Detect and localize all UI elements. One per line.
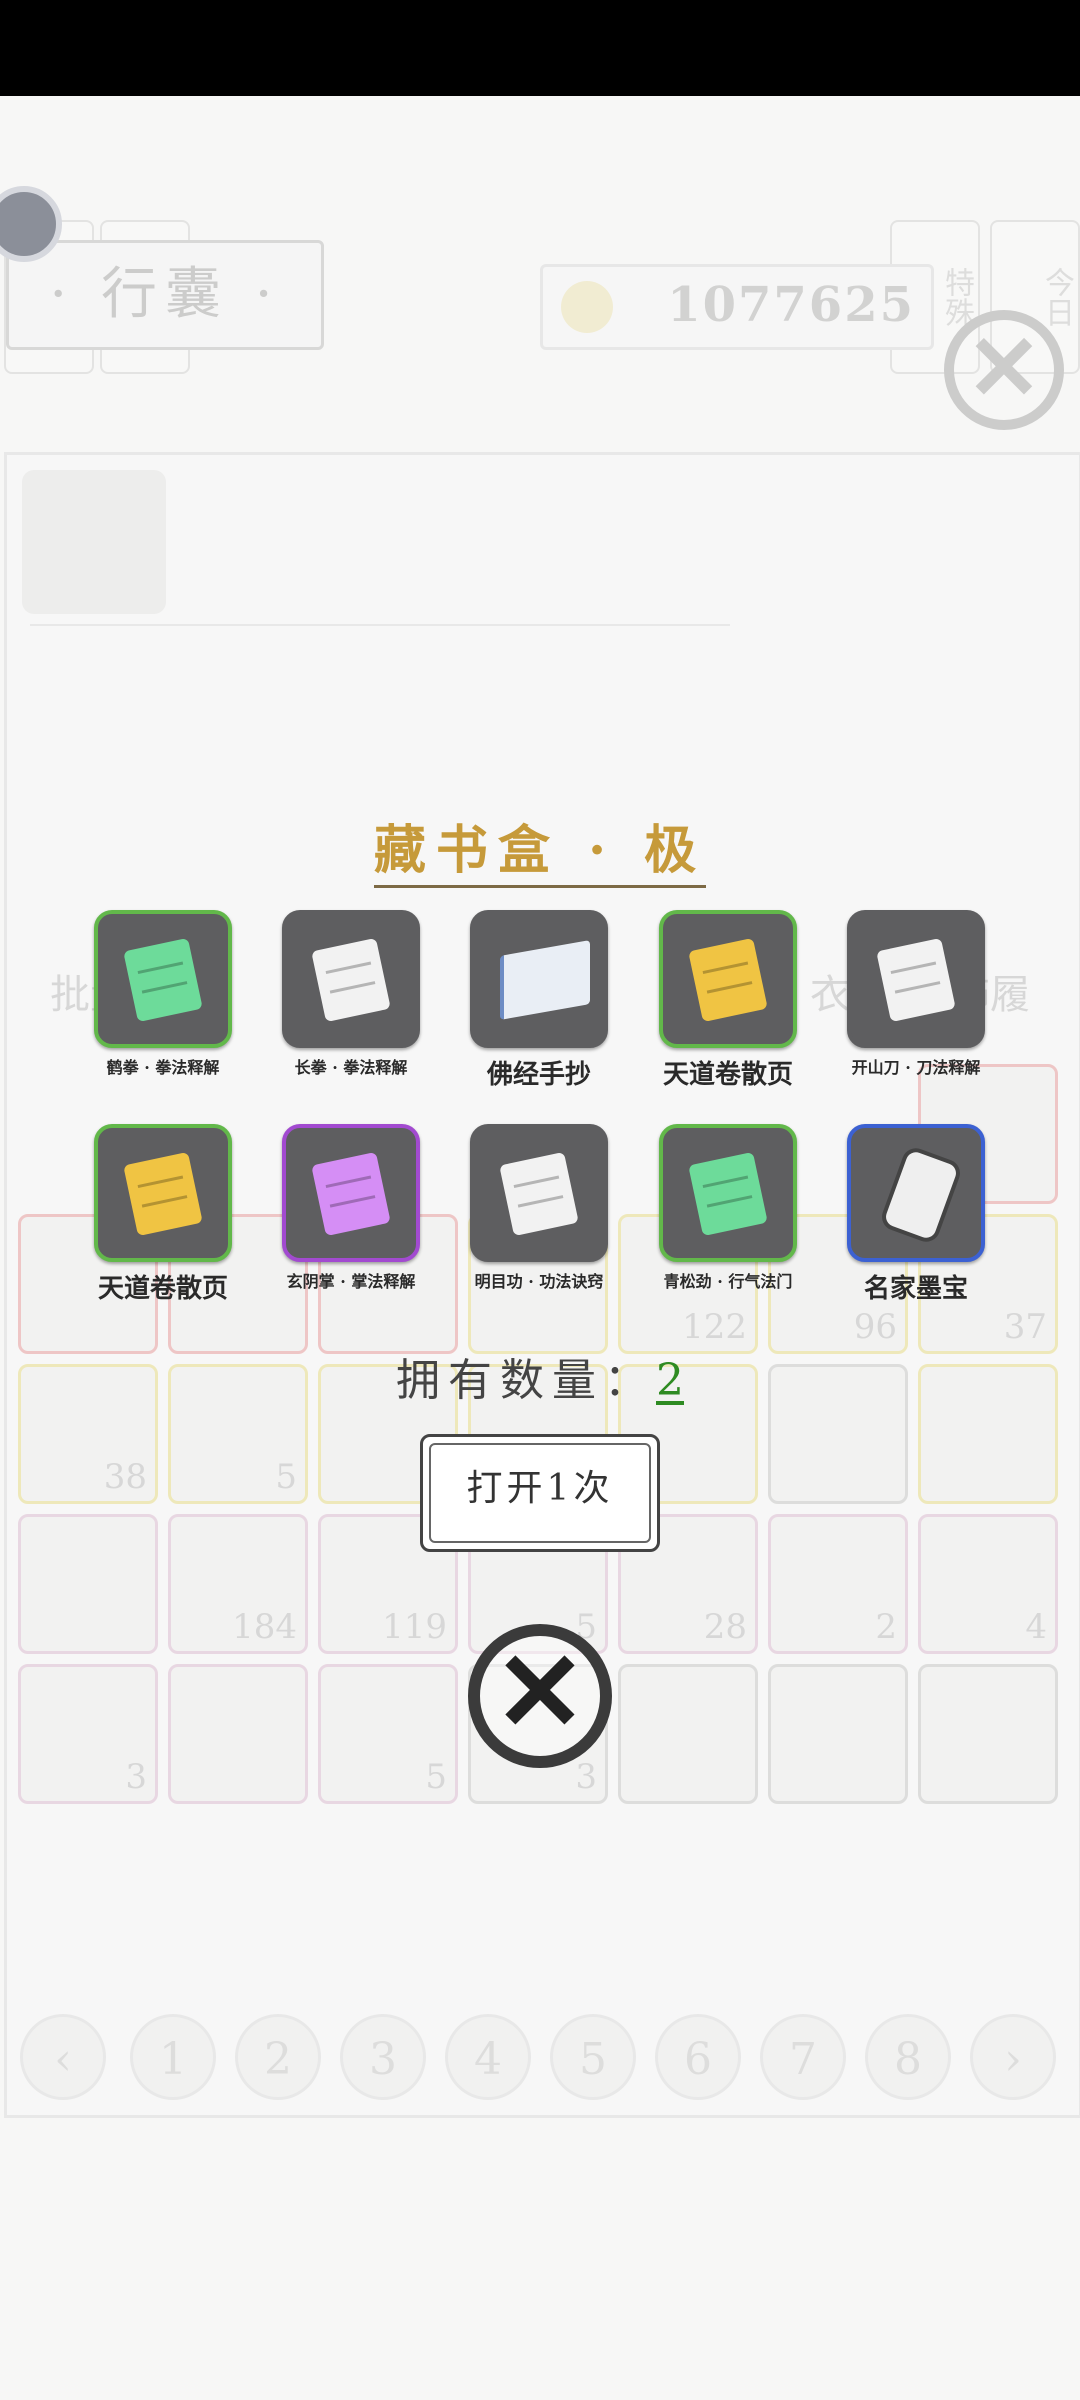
item-label: 开山刀 · 刀法释解	[851, 1058, 981, 1077]
coin-icon	[561, 281, 613, 333]
slot-count: 38	[103, 1457, 147, 1497]
slot-count: 5	[425, 1757, 447, 1797]
green-scroll-icon	[123, 937, 203, 1023]
reward-item[interactable]: 明目功 · 功法诀窍	[459, 1124, 619, 1292]
item-label: 玄阴掌 · 掌法释解	[286, 1272, 416, 1291]
slot-count: 37	[1003, 1307, 1047, 1347]
slot-count: 28	[703, 1607, 747, 1647]
bag-title: · 行囊 ·	[6, 240, 324, 350]
book-icon	[500, 940, 590, 1020]
page-button[interactable]: 7	[760, 2014, 846, 2100]
inventory-slot[interactable]	[918, 1664, 1058, 1804]
inventory-slot[interactable]	[168, 1664, 308, 1804]
reward-item[interactable]: 青松劲 · 行气法门	[648, 1124, 808, 1292]
green-scroll-icon	[688, 1151, 768, 1237]
coin-counter: 1077625	[540, 264, 934, 350]
page-button[interactable]: 1	[130, 2014, 216, 2100]
calligraphy-roll-icon	[878, 1144, 964, 1246]
item-slot[interactable]	[659, 910, 797, 1048]
reward-item[interactable]: 名家墨宝	[836, 1124, 996, 1305]
reward-item[interactable]: 鹤拳 · 拳法释解	[83, 910, 243, 1078]
item-slot[interactable]	[282, 1124, 420, 1262]
slot-count: 3	[575, 1757, 597, 1797]
item-label: 天道卷散页	[97, 1274, 228, 1304]
inventory-slot[interactable]: 5	[318, 1664, 458, 1804]
owned-count: 拥有数量：2	[0, 1344, 1080, 1408]
coin-value: 1077625	[667, 277, 915, 333]
close-icon[interactable]: ✕	[944, 310, 1064, 430]
pagination: ‹ 1 2 3 4 5 6 7 8 ›	[20, 2014, 1060, 2104]
white-scroll-icon	[499, 1151, 579, 1237]
close-modal-icon[interactable]: ✕	[468, 1624, 612, 1768]
next-page-icon[interactable]: ›	[970, 2014, 1056, 2100]
slot-count: 2	[875, 1607, 897, 1647]
item-label: 长拳 · 拳法释解	[294, 1058, 408, 1077]
item-label: 明目功 · 功法诀窍	[474, 1272, 604, 1291]
open-once-button[interactable]: 打开1次	[420, 1434, 660, 1552]
inventory-slot[interactable]: 4	[918, 1514, 1058, 1654]
reward-item[interactable]: 开山刀 · 刀法释解	[836, 910, 996, 1078]
slot-count: 119	[382, 1607, 447, 1647]
reward-item[interactable]: 玄阴掌 · 掌法释解	[271, 1124, 431, 1292]
inventory-slot[interactable]	[618, 1664, 758, 1804]
item-label: 名家墨宝	[863, 1274, 968, 1304]
item-slot[interactable]	[282, 910, 420, 1048]
page-button[interactable]: 2	[235, 2014, 321, 2100]
inventory-slot[interactable]: 2	[768, 1514, 908, 1654]
item-slot[interactable]	[470, 910, 608, 1048]
inventory-slot[interactable]: 184	[168, 1514, 308, 1654]
prev-page-icon[interactable]: ‹	[20, 2014, 106, 2100]
slot-count: 5	[275, 1457, 297, 1497]
reward-item[interactable]: 天道卷散页	[83, 1124, 243, 1305]
inventory-slot[interactable]	[768, 1664, 908, 1804]
white-scroll-icon	[876, 937, 956, 1023]
item-label: 天道卷散页	[662, 1060, 793, 1090]
reward-item[interactable]: 佛经手抄	[459, 910, 619, 1091]
inventory-slot[interactable]	[18, 1514, 158, 1654]
slot-count: 4	[1025, 1607, 1047, 1647]
reward-item[interactable]: 天道卷散页	[648, 910, 808, 1091]
white-scroll-icon	[311, 937, 391, 1023]
page-button[interactable]: 8	[865, 2014, 951, 2100]
item-slot[interactable]	[659, 1124, 797, 1262]
item-label: 青松劲 · 行气法门	[663, 1272, 793, 1291]
box-title: 藏书盒 · 极	[0, 808, 1080, 888]
divider	[30, 624, 730, 626]
page-button[interactable]: 3	[340, 2014, 426, 2100]
owned-label: 拥有数量：	[396, 1355, 656, 1406]
inventory-slot[interactable]: 3	[18, 1664, 158, 1804]
yellow-scroll-icon	[123, 1151, 203, 1237]
purple-scroll-icon	[311, 1151, 391, 1237]
page-button[interactable]: 6	[655, 2014, 741, 2100]
item-label: 鹤拳 · 拳法释解	[106, 1058, 220, 1077]
page-button[interactable]: 5	[550, 2014, 636, 2100]
reward-item[interactable]: 长拳 · 拳法释解	[271, 910, 431, 1078]
owned-number: 2	[656, 1355, 684, 1406]
item-slot[interactable]	[847, 910, 985, 1048]
yellow-scroll-icon	[688, 937, 768, 1023]
slot-count: 184	[232, 1607, 297, 1647]
slot-count: 96	[853, 1307, 897, 1347]
preview-slot	[22, 470, 166, 614]
item-slot[interactable]	[94, 910, 232, 1048]
slot-count: 122	[682, 1307, 747, 1347]
item-slot[interactable]	[847, 1124, 985, 1262]
slot-count: 3	[125, 1757, 147, 1797]
page-button[interactable]: 4	[445, 2014, 531, 2100]
item-slot[interactable]	[470, 1124, 608, 1262]
item-slot[interactable]	[94, 1124, 232, 1262]
item-label: 佛经手抄	[486, 1060, 591, 1090]
